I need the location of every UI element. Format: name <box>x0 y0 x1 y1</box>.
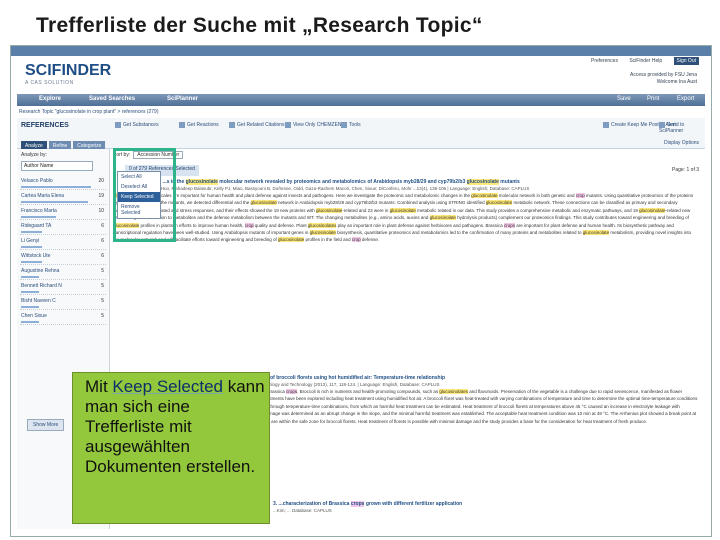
analyze-row-bar <box>21 306 39 308</box>
tools-button[interactable]: Tools <box>341 122 361 128</box>
logo-text: SCIFINDER <box>25 62 112 79</box>
analyze-row[interactable]: Bennett Richard N 5 <box>20 280 106 295</box>
analyze-row-name: Augustine Rehna <box>21 268 60 274</box>
analyze-row-bar <box>21 216 56 218</box>
record-abstract: Glucosinolates in Brassicales are import… <box>113 193 694 243</box>
references-heading: REFERENCES <box>21 122 69 129</box>
get-related-citations-button[interactable]: Get Related Citations <box>229 122 285 128</box>
header-links: Preferences SciFinder Help Sign Out <box>581 57 699 65</box>
callout-prefix: Mit <box>85 377 113 396</box>
analyze-row-bar <box>21 246 42 248</box>
analyze-row-name: Wittstock Ute <box>21 253 51 259</box>
callout-box: Mit Keep Selected kann man sich eine Tre… <box>72 372 270 524</box>
analyze-row-count: 19 <box>98 193 104 199</box>
analyze-row-count: 6 <box>101 223 104 229</box>
logo-subtitle: A CAS SOLUTION <box>25 80 74 86</box>
nav-save[interactable]: Save <box>617 96 631 102</box>
menu-highlight-frame <box>113 148 176 242</box>
view-chemzent-button[interactable]: View Only CHEMZENT <box>285 122 345 128</box>
list-item: 3. ...characterization of Brassica crops… <box>273 501 693 513</box>
chemzent-icon <box>285 122 291 128</box>
analyze-row-name: Velasco Pablo <box>21 178 53 184</box>
analyze-row-count: 5 <box>101 268 104 274</box>
send-to-sciplanner-button[interactable]: Send to SciPlanner <box>659 122 705 134</box>
nav-export[interactable]: Export <box>677 96 694 102</box>
main-nav: Explore Saved Searches SciPlanner Save P… <box>17 94 705 106</box>
preferences-link[interactable]: Preferences <box>591 58 618 64</box>
analyze-row[interactable]: Li Genyi 6 <box>20 235 106 250</box>
analyze-row[interactable]: Augustine Rehna 5 <box>20 265 106 280</box>
analyze-row-count: 6 <box>101 253 104 259</box>
substances-icon <box>115 122 121 128</box>
record-meta: ...Huo, Mahadeep Balasubr, Kelly PJ, Mia… <box>157 186 530 191</box>
analyze-row-name: Li Genyi <box>21 238 40 244</box>
display-options-link[interactable]: Display Options <box>664 140 699 146</box>
analyze-row-count: 10 <box>98 208 104 214</box>
analyze-row-count: 6 <box>101 238 104 244</box>
help-link[interactable]: SciFinder Help <box>629 58 662 64</box>
analyze-row-bar <box>21 321 39 323</box>
analyze-row[interactable]: Velasco Pablo 20 <box>20 175 106 190</box>
analyze-row-name: Bennett Richard N <box>21 283 62 289</box>
header: SCIFINDER A CAS SOLUTION Preferences Sci… <box>17 56 705 94</box>
analyze-row-name: Cartea Maria Elena <box>21 193 65 199</box>
analyze-row-name: Ridegaard TA <box>21 223 52 229</box>
analyze-row[interactable]: Cartea Maria Elena 19 <box>20 190 106 205</box>
citations-icon <box>229 122 235 128</box>
record-title[interactable]: 3. ...characterization of Brassica crops… <box>273 501 693 507</box>
analyze-row-bar <box>21 201 88 203</box>
tools-icon <box>341 122 347 128</box>
analyze-row[interactable]: Ridegaard TA 6 <box>20 220 106 235</box>
scifinder-logo: SCIFINDER A CAS SOLUTION <box>25 62 111 86</box>
analyze-row[interactable]: Francisco Marta 10 <box>20 205 106 220</box>
analyze-row-count: 5 <box>101 283 104 289</box>
breadcrumb[interactable]: Research Topic "glucosinolate in crop pl… <box>19 109 159 115</box>
list-item: 1. ...s in the glucosinolate molecular n… <box>113 179 697 244</box>
browser-topbar <box>11 46 711 56</box>
callout-keyword: Keep Selected <box>112 377 223 396</box>
sign-out-button[interactable]: Sign Out <box>673 57 699 65</box>
analyze-row[interactable]: Chen Sixue 5 <box>20 310 106 325</box>
nav-explore[interactable]: Explore <box>39 96 61 102</box>
analyze-row-count: 5 <box>101 313 104 319</box>
analyze-row[interactable]: Wittstock Ute 6 <box>20 250 106 265</box>
analyze-row-count: 20 <box>98 178 104 184</box>
nav-sciplanner[interactable]: SciPlanner <box>167 96 198 102</box>
analyze-row-name: Bisht Naveen C <box>21 298 56 304</box>
access-provider: Access provided by FSU Jena <box>630 72 697 78</box>
show-more-button[interactable]: Show More <box>27 419 65 431</box>
analyze-row-name: Chen Sixue <box>21 313 47 319</box>
nav-print[interactable]: Print <box>647 96 659 102</box>
analyze-row-bar <box>21 261 42 263</box>
nav-saved-searches[interactable]: Saved Searches <box>89 96 135 102</box>
slide-title: Trefferliste der Suche mit „Research Top… <box>36 14 483 37</box>
analyze-by-label: Analyze by: <box>21 152 47 158</box>
alert-icon <box>603 122 609 128</box>
record-title[interactable]: 1. ...s in the glucosinolate molecular n… <box>157 179 697 185</box>
analyze-by-select[interactable]: Author Name <box>21 161 93 171</box>
analyze-row-bar <box>21 291 39 293</box>
callout-text: Mit Keep Selected kann man sich eine Tre… <box>85 377 265 477</box>
analyze-row-bar <box>21 231 42 233</box>
analyze-row-count: 5 <box>101 298 104 304</box>
analyze-row-bar <box>21 276 39 278</box>
get-substances-button[interactable]: Get Substances <box>115 122 159 128</box>
reactions-icon <box>179 122 185 128</box>
analyze-row-name: Francisco Marta <box>21 208 57 214</box>
get-reactions-button[interactable]: Get Reactions <box>179 122 219 128</box>
access-info: Access provided by FSU Jena Welcome Ina … <box>630 72 697 86</box>
analyze-row[interactable]: Bisht Naveen C 5 <box>20 295 106 310</box>
references-toolbar: REFERENCES Get Substances Get Reactions … <box>17 118 705 151</box>
analyze-row-bar <box>21 186 91 188</box>
pager[interactable]: Page: 1 of 3 <box>672 167 699 173</box>
record-meta: ...Kim; ... Database: CAPLUS <box>273 508 332 513</box>
welcome-text: Welcome Ina Aust <box>656 79 697 85</box>
